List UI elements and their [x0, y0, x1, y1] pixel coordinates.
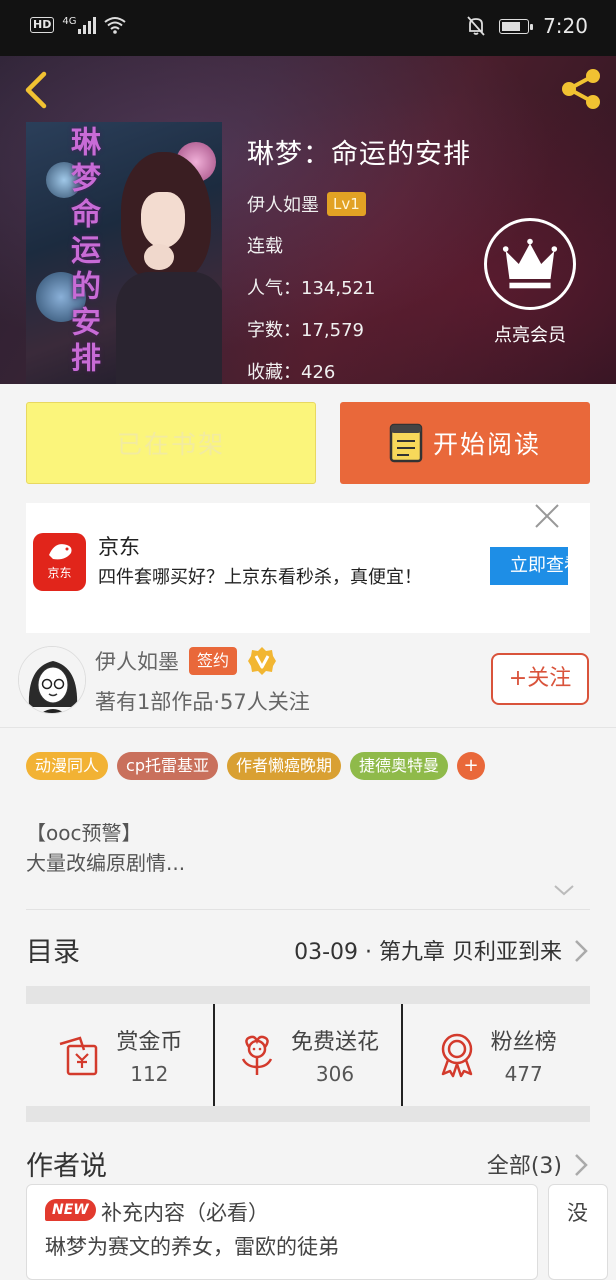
book-info: 琳梦：命运的安排 伊人如墨 Lv1 连载 人气：134,521 字数：17,57…	[247, 132, 471, 384]
section-gap	[26, 1106, 590, 1122]
new-badge: NEW	[45, 1199, 96, 1221]
crown-icon[interactable]	[484, 218, 576, 310]
medal-icon	[441, 1033, 472, 1078]
ad-text: 四件套哪买好？上京东看秒杀，真便宜！	[98, 567, 422, 588]
catalog-row[interactable]: 目录 03-09 · 第九章 贝利亚到来	[26, 930, 590, 970]
status-bar: HD 4G 7:20	[0, 0, 616, 56]
book-header: 琳梦命运的安排 琳梦：命运的安排 伊人如墨 Lv1 连载 人气：134,521 …	[0, 56, 616, 384]
status-time: 7:20	[543, 14, 588, 38]
ad-title: 京东	[98, 535, 140, 559]
in-shelf-button[interactable]: 已在书架	[26, 402, 316, 484]
stat-value: 112	[130, 1062, 169, 1086]
coin-envelope-icon	[59, 1036, 98, 1076]
stat-label: 粉丝榜	[490, 1030, 557, 1055]
bell-muted-icon	[467, 16, 485, 36]
book-cover[interactable]: 琳梦命运的安排	[26, 122, 222, 384]
author-notes-header: 作者说 全部(3)	[26, 1144, 590, 1184]
action-bar: 已在书架 开始阅读	[0, 384, 616, 494]
book-word-count: 字数：17,579	[247, 320, 364, 341]
tag-item[interactable]: 动漫同人	[26, 752, 109, 780]
stat-label: 免费送花	[291, 1030, 380, 1055]
author-note-card[interactable]: 没	[548, 1184, 608, 1280]
follow-button[interactable]: +关注	[491, 653, 589, 705]
jd-logo: 京东	[33, 533, 86, 591]
cover-title-text: 琳梦命运的安排	[65, 126, 100, 378]
signed-badge: 签约	[189, 647, 238, 675]
tag-item[interactable]: cp托雷基亚	[117, 752, 218, 780]
synopsis-line: 大量改编原剧情...	[26, 851, 186, 875]
share-icon[interactable]	[558, 66, 604, 112]
section-gap	[26, 986, 590, 1004]
add-tag-button[interactable]: +	[457, 752, 486, 780]
tag-list: 动漫同人 cp托雷基亚 作者懒癌晚期 捷德奥特曼 +	[26, 752, 486, 780]
tag-item[interactable]: 捷德奥特曼	[350, 752, 449, 780]
book-status: 连载	[247, 236, 283, 257]
network-type: 4G	[62, 15, 77, 27]
synopsis[interactable]: 【ooc预警】 大量改编原剧情...	[26, 818, 185, 878]
battery-icon	[499, 18, 534, 34]
wifi-icon	[104, 17, 127, 34]
ad-banner[interactable]: 京东 京东 四件套哪买好？上京东看秒杀，真便宜！ 立即查看	[26, 503, 590, 633]
back-arrow-icon[interactable]	[18, 70, 58, 110]
note-title: 补充内容（必看）	[101, 1201, 269, 1225]
stats-bar: 赏金币 112 免费送花 306 粉丝榜 477	[26, 1004, 590, 1106]
signal-icon	[78, 16, 97, 34]
hd-indicator: HD	[30, 17, 55, 33]
latest-chapter[interactable]: 03-09 · 第九章 贝利亚到来	[294, 934, 562, 966]
stat-fans[interactable]: 粉丝榜 477	[401, 1004, 590, 1106]
stat-value: 477	[504, 1062, 543, 1086]
catalog-label: 目录	[26, 937, 80, 968]
note-title: 没	[567, 1201, 588, 1225]
chevron-down-icon[interactable]	[552, 882, 576, 898]
book-author[interactable]: 伊人如墨	[247, 191, 319, 217]
stat-label: 赏金币	[116, 1030, 183, 1055]
author-avatar[interactable]	[18, 646, 86, 714]
close-icon[interactable]	[534, 503, 560, 529]
divider	[26, 909, 590, 910]
author-note-card[interactable]: NEW 补充内容（必看） 琳梦为赛文的养女，雷欧的徒弟	[26, 1184, 538, 1280]
tag-item[interactable]: 作者懒癌晚期	[226, 752, 341, 780]
author-section: 伊人如墨 签约 著有1部作品·57人关注 +关注	[0, 634, 616, 728]
synopsis-line: 【ooc预警】	[26, 821, 142, 845]
author-notes-title: 作者说	[26, 1151, 107, 1182]
stat-value: 306	[315, 1062, 355, 1086]
stat-reward[interactable]: 赏金币 112	[26, 1004, 213, 1106]
ad-cta-button[interactable]: 立即查看	[490, 547, 568, 585]
book-favorites: 收藏：426	[247, 362, 336, 383]
chevron-right-icon[interactable]	[572, 1152, 590, 1178]
verified-v-icon	[248, 647, 277, 675]
chevron-right-icon	[575, 940, 588, 962]
author-level-badge: Lv1	[327, 192, 366, 216]
flower-icon	[241, 1035, 273, 1075]
book-icon	[389, 423, 423, 463]
author-name[interactable]: 伊人如墨	[95, 646, 179, 676]
book-popularity: 人气：134,521	[247, 278, 376, 299]
start-reading-label: 开始阅读	[432, 430, 541, 459]
author-summary: 著有1部作品·57人关注	[95, 690, 310, 714]
book-title: 琳梦：命运的安排	[247, 139, 471, 170]
stat-flowers[interactable]: 免费送花 306	[212, 1004, 402, 1106]
view-all-link[interactable]: 全部(3)	[487, 1148, 562, 1180]
vip-label[interactable]: 点亮会员	[470, 321, 590, 347]
start-reading-button[interactable]: 开始阅读	[340, 402, 590, 484]
note-text: 琳梦为赛文的养女，雷欧的徒弟	[45, 1235, 339, 1259]
